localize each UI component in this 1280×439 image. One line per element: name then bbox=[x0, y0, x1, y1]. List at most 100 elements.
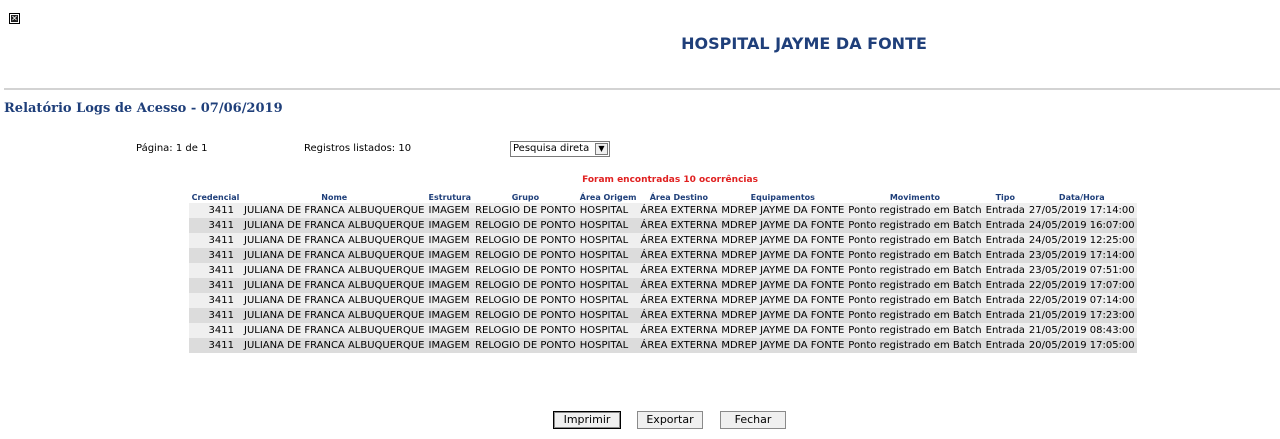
table-cell: RELOGIO DE PONTO bbox=[473, 263, 578, 278]
column-header: Estrutura bbox=[428, 193, 472, 202]
found-message: Foram encontradas 10 ocorrências bbox=[582, 175, 758, 185]
table-cell: Entrada bbox=[983, 233, 1027, 248]
table-cell: IMAGEM bbox=[426, 218, 474, 233]
table-cell: MDREP JAYME DA FONTE bbox=[719, 323, 847, 338]
close-icon[interactable]: ✕ bbox=[9, 13, 20, 24]
print-button[interactable]: Imprimir bbox=[553, 411, 621, 429]
table-row: 3411 JULIANA DE FRANCA ALBUQUERQUE IMAGEM R… bbox=[189, 248, 1137, 263]
table-cell: Entrada bbox=[983, 203, 1027, 218]
table-cell: Entrada bbox=[983, 323, 1027, 338]
search-mode-select[interactable]: Pesquisa direta ▼ bbox=[510, 141, 610, 157]
table-cell: MDREP JAYME DA FONTE bbox=[719, 308, 847, 323]
hospital-title: HOSPITAL JAYME DA FONTE bbox=[681, 34, 927, 53]
table-cell: 3411 bbox=[189, 293, 242, 308]
table-cell: 22/05/2019 07:14:00 bbox=[1026, 293, 1137, 308]
table-cell: Entrada bbox=[983, 338, 1027, 353]
table-cell: JULIANA DE FRANCA ALBUQUERQUE bbox=[242, 308, 427, 323]
table-cell: JULIANA DE FRANCA ALBUQUERQUE bbox=[242, 323, 427, 338]
table-cell: 3411 bbox=[189, 278, 242, 293]
table-cell: IMAGEM bbox=[426, 323, 474, 338]
table-cell: 3411 bbox=[189, 323, 242, 338]
table-cell: Ponto registrado em Batch bbox=[846, 338, 984, 353]
table-cell: MDREP JAYME DA FONTE bbox=[719, 338, 847, 353]
table-row: 3411 JULIANA DE FRANCA ALBUQUERQUE IMAGEM R… bbox=[189, 263, 1137, 278]
column-header: Movimento bbox=[889, 193, 941, 202]
table-cell: MDREP JAYME DA FONTE bbox=[719, 263, 847, 278]
logs-table: Credencial Nome Estrutura Grupo Área Ori… bbox=[189, 192, 1137, 353]
table-cell: MDREP JAYME DA FONTE bbox=[719, 203, 847, 218]
table-cell: MDREP JAYME DA FONTE bbox=[719, 248, 847, 263]
table-cell: IMAGEM bbox=[426, 278, 474, 293]
table-cell: 3411 bbox=[189, 218, 242, 233]
table-cell: Ponto registrado em Batch bbox=[846, 203, 984, 218]
column-header: Tipo bbox=[995, 193, 1015, 202]
table-cell: JULIANA DE FRANCA ALBUQUERQUE bbox=[242, 218, 427, 233]
table-cell: MDREP JAYME DA FONTE bbox=[719, 233, 847, 248]
table-row: 3411 JULIANA DE FRANCA ALBUQUERQUE IMAGEM R… bbox=[189, 233, 1137, 248]
records-info: Registros listados: 10 bbox=[304, 143, 412, 154]
table-cell: ÁREA EXTERNA bbox=[638, 278, 720, 293]
table-cell: Entrada bbox=[983, 218, 1027, 233]
table-cell: JULIANA DE FRANCA ALBUQUERQUE bbox=[242, 278, 427, 293]
table-row: 3411 JULIANA DE FRANCA ALBUQUERQUE IMAGEM R… bbox=[189, 218, 1137, 233]
table-cell: ÁREA EXTERNA bbox=[638, 203, 720, 218]
table-cell: 21/05/2019 17:23:00 bbox=[1026, 308, 1137, 323]
page-info: Página: 1 de 1 bbox=[136, 143, 208, 154]
column-header: Grupo bbox=[511, 193, 540, 202]
table-cell: ÁREA EXTERNA bbox=[638, 218, 720, 233]
table-cell: RELOGIO DE PONTO bbox=[473, 218, 578, 233]
table-cell: RELOGIO DE PONTO bbox=[473, 338, 578, 353]
table-cell: JULIANA DE FRANCA ALBUQUERQUE bbox=[242, 248, 427, 263]
table-cell: HOSPITAL bbox=[577, 233, 639, 248]
table-cell: HOSPITAL bbox=[577, 218, 639, 233]
table-cell: Ponto registrado em Batch bbox=[846, 293, 984, 308]
table-cell: MDREP JAYME DA FONTE bbox=[719, 218, 847, 233]
table-cell: RELOGIO DE PONTO bbox=[473, 323, 578, 338]
table-cell: Entrada bbox=[983, 308, 1027, 323]
column-header: Equipamentos bbox=[750, 193, 815, 202]
table-cell: IMAGEM bbox=[426, 308, 474, 323]
table-cell: Entrada bbox=[983, 248, 1027, 263]
table-row: 3411 JULIANA DE FRANCA ALBUQUERQUE IMAGEM R… bbox=[189, 323, 1137, 338]
table-cell: Entrada bbox=[983, 263, 1027, 278]
table-cell: JULIANA DE FRANCA ALBUQUERQUE bbox=[242, 263, 427, 278]
table-cell: ÁREA EXTERNA bbox=[638, 293, 720, 308]
column-header: Credencial bbox=[191, 193, 240, 202]
table-cell: HOSPITAL bbox=[577, 308, 639, 323]
table-cell: HOSPITAL bbox=[577, 278, 639, 293]
table-cell: 3411 bbox=[189, 308, 242, 323]
table-cell: HOSPITAL bbox=[577, 263, 639, 278]
column-header: Data/Hora bbox=[1058, 193, 1105, 202]
table-cell: HOSPITAL bbox=[577, 338, 639, 353]
table-cell: IMAGEM bbox=[426, 263, 474, 278]
table-cell: RELOGIO DE PONTO bbox=[473, 308, 578, 323]
chevron-down-icon[interactable]: ▼ bbox=[595, 143, 608, 155]
table-row: 3411 JULIANA DE FRANCA ALBUQUERQUE IMAGEM R… bbox=[189, 308, 1137, 323]
column-header: Nome bbox=[321, 193, 348, 202]
close-button[interactable]: Fechar bbox=[720, 411, 786, 429]
table-cell: 24/05/2019 12:25:00 bbox=[1026, 233, 1137, 248]
table-cell: Ponto registrado em Batch bbox=[846, 218, 984, 233]
export-button[interactable]: Exportar bbox=[637, 411, 703, 429]
table-cell: ÁREA EXTERNA bbox=[638, 248, 720, 263]
table-cell: 3411 bbox=[189, 203, 242, 218]
table-cell: HOSPITAL bbox=[577, 248, 639, 263]
table-cell: 21/05/2019 08:43:00 bbox=[1026, 323, 1137, 338]
table-cell: JULIANA DE FRANCA ALBUQUERQUE bbox=[242, 233, 427, 248]
table-cell: ÁREA EXTERNA bbox=[638, 233, 720, 248]
search-mode-value: Pesquisa direta bbox=[513, 143, 590, 154]
table-cell: 22/05/2019 17:07:00 bbox=[1026, 278, 1137, 293]
table-cell: Ponto registrado em Batch bbox=[846, 278, 984, 293]
table-cell: JULIANA DE FRANCA ALBUQUERQUE bbox=[242, 203, 427, 218]
table-cell: RELOGIO DE PONTO bbox=[473, 203, 578, 218]
table-cell: IMAGEM bbox=[426, 233, 474, 248]
table-cell: 24/05/2019 16:07:00 bbox=[1026, 218, 1137, 233]
table-cell: 23/05/2019 07:51:00 bbox=[1026, 263, 1137, 278]
table-cell: HOSPITAL bbox=[577, 203, 639, 218]
table-cell: 23/05/2019 17:14:00 bbox=[1026, 248, 1137, 263]
table-cell: JULIANA DE FRANCA ALBUQUERQUE bbox=[242, 338, 427, 353]
table-cell: RELOGIO DE PONTO bbox=[473, 233, 578, 248]
table-cell: Ponto registrado em Batch bbox=[846, 308, 984, 323]
table-cell: ÁREA EXTERNA bbox=[638, 308, 720, 323]
table-cell: RELOGIO DE PONTO bbox=[473, 278, 578, 293]
